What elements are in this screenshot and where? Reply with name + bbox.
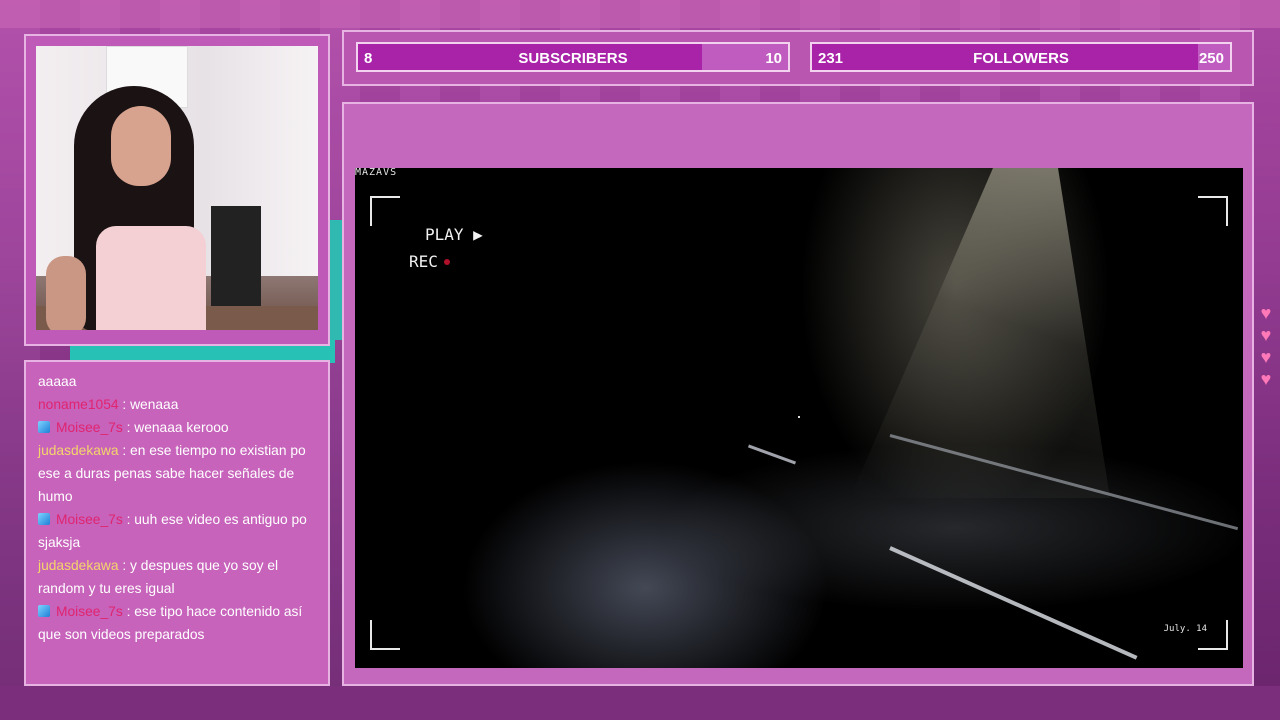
heart-icons: ♥ ♥ ♥ ♥ [1256,302,1276,390]
game-watermark: MAZAVS [355,168,398,178]
heart-icon: ♥ [1260,303,1272,323]
vhs-rec-label: REC [409,252,438,271]
vhs-play-label: PLAY ▶ [425,225,483,244]
chat-username[interactable]: noname1054 [38,397,119,412]
viewfinder-corner [370,196,400,226]
chat-message: judasdekawa : en ese tiempo no existian … [38,439,322,508]
chat-text: aaaaa [38,374,77,389]
viewfinder-corner [370,620,400,650]
chat-text: : wenaaa [122,397,179,412]
chat-text: : wenaaa kerooo [126,420,229,435]
background-bottom [0,686,1280,720]
streamer-top [96,226,206,330]
chat-message: Moisee_7s : wenaaa kerooo [38,416,322,439]
webcam-feed [36,46,318,330]
streamer-face [111,106,171,186]
badge-icon [38,513,50,525]
game-scene [355,168,1243,668]
chat-panel: aaaaa noname1054 : wenaaa Moisee_7s : we… [24,360,330,686]
chat-message: judasdekawa : y despues que yo soy el ra… [38,554,322,600]
record-dot-icon [443,259,450,265]
webcam-frame [24,34,330,346]
subscribers-label: SUBSCRIBERS [518,50,628,67]
subscribers-goal-bar: 8 SUBSCRIBERS 10 [356,42,790,72]
game-capture: MAZAVS PLAY ▶ REC July. 14 [355,168,1243,668]
badge-icon [38,421,50,433]
crosshair-dot [798,416,800,418]
streamer-arm [46,256,86,330]
followers-label: FOLLOWERS [973,50,1069,67]
chat-username[interactable]: judasdekawa [38,443,119,458]
vhs-date: July. 14 [1163,624,1207,634]
goals-panel: 8 SUBSCRIBERS 10 231 FOLLOWERS 250 [342,30,1254,86]
chat-message: aaaaa [38,370,322,393]
chat-message: Moisee_7s : uuh ese video es antiguo po … [38,508,322,554]
subscribers-goal: 10 [765,50,782,67]
chat-username[interactable]: Moisee_7s [56,512,123,527]
chat-message: Moisee_7s : ese tipo hace contenido así … [38,600,322,646]
chat-username[interactable]: Moisee_7s [56,604,123,619]
chat-username[interactable]: Moisee_7s [56,420,123,435]
background-teal-block [328,220,342,340]
viewfinder-corner [1198,196,1228,226]
heart-icon: ♥ [1260,325,1272,345]
heart-icon: ♥ [1260,347,1272,367]
chat-message: noname1054 : wenaaa [38,393,322,416]
chat-messages: aaaaa noname1054 : wenaaa Moisee_7s : we… [38,370,322,646]
game-frame: MAZAVS PLAY ▶ REC July. 14 [342,102,1254,686]
badge-icon [38,605,50,617]
heart-icon: ♥ [1260,369,1272,389]
chat-username[interactable]: judasdekawa [38,558,119,573]
background-strip [0,0,1280,28]
followers-goal: 250 [1198,50,1224,67]
vhs-rec-indicator: REC [409,252,450,271]
followers-goal-bar: 231 FOLLOWERS 250 [810,42,1232,72]
